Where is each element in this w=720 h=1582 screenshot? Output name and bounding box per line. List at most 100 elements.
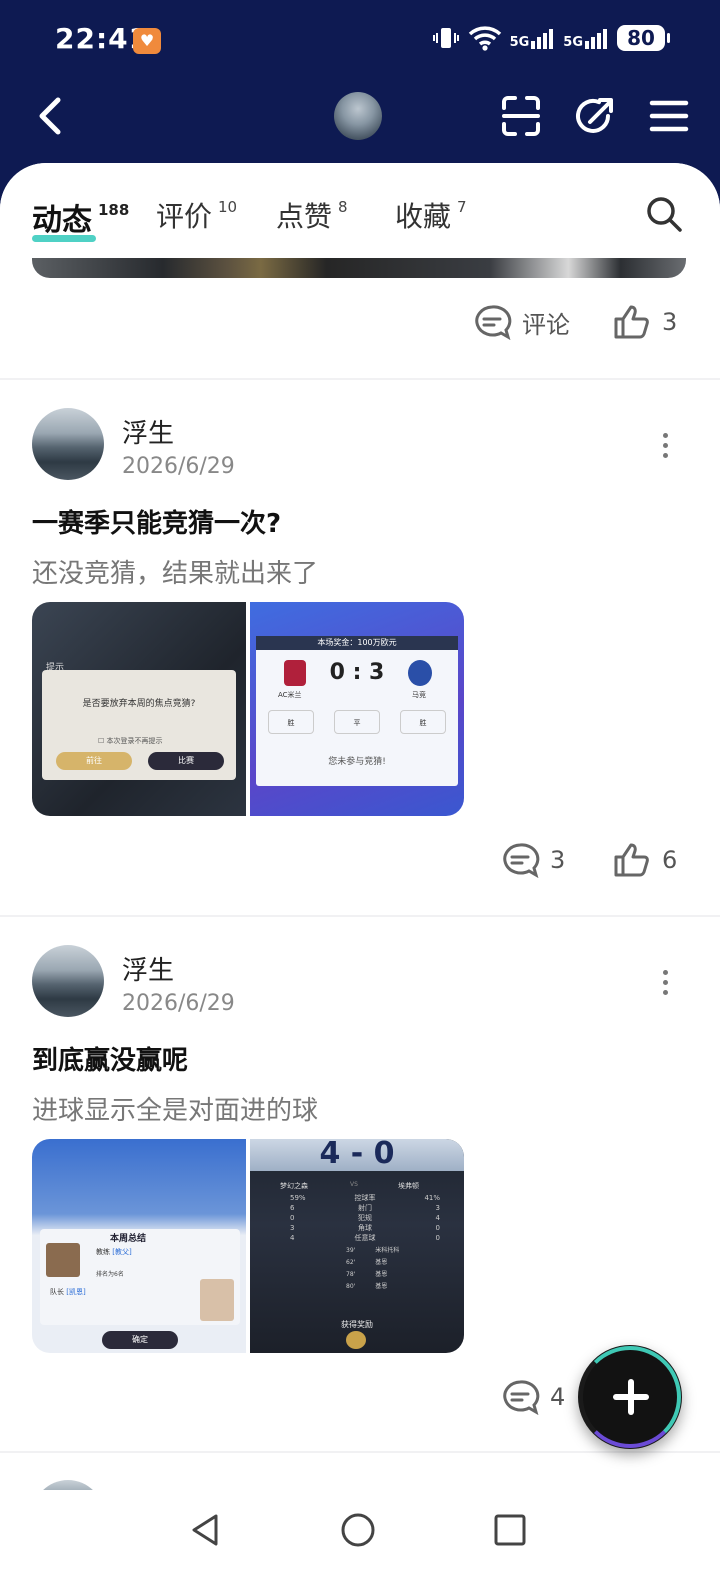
post-date: 2026/6/29 [122,454,235,479]
comment-icon [475,305,512,340]
profile-avatar[interactable] [334,92,382,140]
tab-favorites[interactable]: 收藏 7 [395,195,467,235]
stat-cell: 控球率 [354,1194,376,1202]
comment-label: 评论 [522,310,570,339]
goal-cell: 62' [346,1259,356,1266]
comment-button[interactable]: 评论 [472,304,570,340]
post-image[interactable]: 本周总结 教练 [教父] 排名为6名 队长 [凯恩] 确定 [32,1139,246,1353]
nav-recents-icon[interactable] [490,1510,530,1550]
image-opt-draw: 平 [334,710,380,734]
plus-icon-vertical [628,1379,634,1415]
signal-icon-2: 5G [563,27,609,49]
image-header: 本周总结 [110,1234,147,1244]
divider [0,915,720,917]
image-score: 4 - 0 [250,1139,464,1171]
like-button[interactable]: 6 [612,842,677,878]
like-count: 6 [662,846,678,874]
divider [0,1451,720,1453]
goal-list: 39' 米科托科 62' 基恩 78' 基恩 80' 基恩 [346,1245,456,1293]
stat-cell: 犯规 [358,1214,372,1222]
captain-name: [凯恩] [66,1288,86,1296]
coach-label: 教练 [96,1248,110,1256]
tab-bar: 动态 188 评价 10 点赞 8 收藏 7 [0,163,720,258]
nav-home-icon[interactable] [338,1510,378,1550]
stat-row: 3 角球 0 [290,1223,440,1233]
image-btn-right: 比赛 [148,752,224,770]
previous-post-image[interactable] [32,258,686,278]
post-image[interactable]: 本场奖金：100万欧元 0 : 3 AC米兰 马竞 胜 平 胜 您未参与竞猜! [250,602,464,816]
image-opt-right: 胜 [400,710,446,734]
nav-back-icon[interactable] [186,1510,226,1550]
image-score: 0 : 3 [329,660,385,685]
create-post-button[interactable] [578,1345,682,1449]
image-btn-left: 前往 [56,752,132,770]
tab-count: 8 [338,197,348,216]
image-reward: 获得奖励 [341,1320,373,1329]
stat-cell: 3 [435,1204,440,1212]
image-vs: VS [350,1181,358,1188]
stat-cell: 59% [290,1194,306,1202]
status-icons: 5G 5G 80 [432,24,670,52]
share-icon[interactable] [574,94,616,138]
post-body[interactable]: 进球显示全是对面进的球 [32,1090,318,1127]
comment-count: 4 [550,1383,566,1411]
goal-cell: 80' [346,1283,356,1290]
stat-cell: 0 [290,1214,295,1222]
goal-row: 78' 基恩 [346,1269,456,1281]
comment-button[interactable]: 4 [500,1379,565,1415]
more-options-icon[interactable] [660,433,670,461]
tab-count: 10 [218,197,238,216]
author-name[interactable]: 浮生 [122,413,174,450]
image-team-right: 马竞 [412,691,426,699]
thumbs-up-icon [614,843,649,877]
image-team-left: AC米兰 [278,691,302,699]
network-type-1: 5G [509,35,530,50]
author-avatar[interactable] [32,408,104,480]
author-name[interactable]: 浮生 [122,950,174,987]
stat-cell: 6 [290,1204,295,1212]
signal-icon-1: 5G [510,27,556,49]
stat-cell: 4 [290,1234,295,1242]
stat-cell: 4 [435,1214,440,1222]
coach-name: [教父] [112,1248,132,1256]
tab-likes[interactable]: 点赞 8 [276,195,348,235]
image-team-left: 梦幻之森 [280,1182,308,1190]
tab-reviews[interactable]: 评价 10 [156,195,237,235]
stat-cell: 41% [424,1194,440,1202]
image-team-right: 埃弗顿 [398,1182,419,1190]
goal-cell: 39' [346,1247,356,1254]
tab-count: 7 [457,197,467,216]
search-icon[interactable] [645,195,683,233]
like-button[interactable]: 3 [612,304,677,340]
tab-count: 188 [98,201,130,219]
scan-icon[interactable] [500,94,542,138]
image-confirm: 确定 [102,1331,178,1349]
back-arrow-icon[interactable] [30,94,70,138]
stat-row: 0 犯规 4 [290,1213,440,1223]
captain-label: 队长 [50,1288,64,1296]
divider [0,378,720,380]
more-options-icon[interactable] [660,970,670,998]
top-nav-bar [0,80,720,165]
author-avatar[interactable] [32,945,104,1017]
captain-portrait [200,1279,234,1321]
tab-dynamics[interactable]: 动态 188 [32,195,129,239]
coach-portrait [46,1243,80,1277]
vibrate-icon [432,28,459,48]
post-title[interactable]: 到底赢没赢呢 [32,1040,188,1077]
post-image[interactable]: 提示 是否要放弃本周的焦点竞猜? ☐ 本次登录不再提示 前往 比赛 [32,602,246,816]
goal-row: 62' 基恩 [346,1257,456,1269]
tab-label: 评价 [156,200,213,233]
tab-label: 收藏 [395,200,452,233]
menu-icon[interactable] [648,94,690,138]
post-title[interactable]: 一赛季只能竞猜一次? [32,503,281,540]
post-image[interactable]: 4 - 0 梦幻之森 VS 埃弗顿 59% 控球率 41% 6 射门 3 0 犯规 4 3 角球 0 4… [250,1139,464,1353]
status-bar: 22:41 ♥ 5G 5G 80 [0,0,720,80]
comment-button[interactable]: 3 [500,842,565,878]
wifi-icon [468,26,501,51]
comment-icon [503,843,540,878]
stat-row: 4 任意球 0 [290,1233,440,1243]
comment-count: 3 [550,846,566,874]
network-type-2: 5G [563,35,583,50]
post-body[interactable]: 还没竞猜，结果就出来了 [32,553,318,590]
